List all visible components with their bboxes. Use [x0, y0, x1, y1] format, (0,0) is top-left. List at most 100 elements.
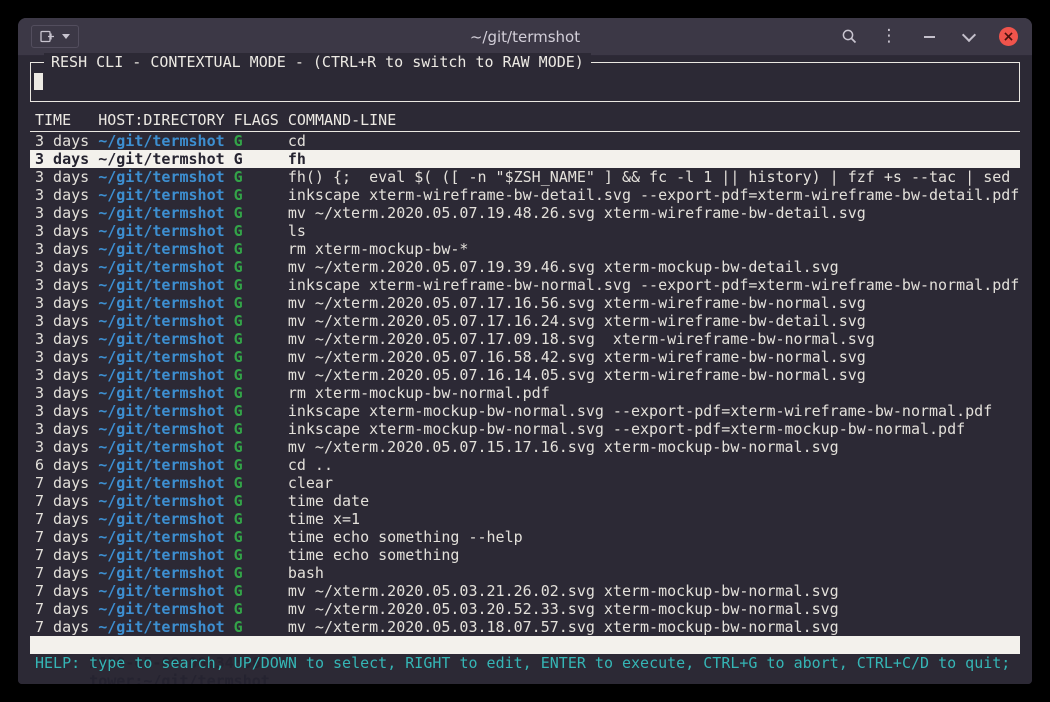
history-command: inkscape xterm-mockup-bw-normal.svg --ex…	[288, 420, 965, 438]
history-row[interactable]: 3 days~/git/termshotGcd	[30, 132, 1020, 150]
history-row[interactable]: 7 days~/git/termshotGclear	[30, 474, 1020, 492]
history-row[interactable]: 3 days~/git/termshotGinkscape xterm-mock…	[30, 420, 1020, 438]
history-directory: ~/git/termshot	[98, 150, 233, 168]
history-directory: ~/git/termshot	[98, 618, 233, 636]
history-row[interactable]: 3 days~/git/termshotGmv ~/xterm.2020.05.…	[30, 204, 1020, 222]
history-row[interactable]: 3 days~/git/termshotGmv ~/xterm.2020.05.…	[30, 438, 1020, 456]
history-row[interactable]: 3 days~/git/termshotGmv ~/xterm.2020.05.…	[30, 348, 1020, 366]
history-directory: ~/git/termshot	[98, 582, 233, 600]
history-directory: ~/git/termshot	[98, 366, 233, 384]
history-command: bash	[288, 564, 324, 582]
history-directory: ~/git/termshot	[98, 474, 233, 492]
status-bar: 2020-05-08 00:34:56 tower:~/git/termshot…	[30, 636, 1020, 654]
history-flags: G	[234, 420, 288, 438]
history-flags: G	[234, 600, 288, 618]
history-command: mv ~/xterm.2020.05.03.20.52.33.svg xterm…	[288, 600, 839, 618]
history-row[interactable]: 3 days~/git/termshotGinkscape xterm-mock…	[30, 402, 1020, 420]
terminal-window: ~/git/termshot ⋮ × RESH CL	[18, 18, 1032, 684]
history-row[interactable]: 3 days~/git/termshotGrm xterm-mockup-bw-…	[30, 240, 1020, 258]
history-row[interactable]: 6 days~/git/termshotGcd ..	[30, 456, 1020, 474]
history-directory: ~/git/termshot	[98, 312, 233, 330]
history-flags: G	[234, 186, 288, 204]
titlebar[interactable]: ~/git/termshot ⋮ ×	[18, 18, 1032, 56]
history-flags: G	[234, 402, 288, 420]
history-flags: G	[234, 438, 288, 456]
terminal[interactable]: RESH CLI - CONTEXTUAL MODE - (CTRL+R to …	[18, 62, 1032, 684]
minimize-icon	[924, 36, 935, 38]
history-row[interactable]: 3 days~/git/termshotGmv ~/xterm.2020.05.…	[30, 294, 1020, 312]
history-flags: G	[234, 330, 288, 348]
history-row[interactable]: 7 days~/git/termshotGmv ~/xterm.2020.05.…	[30, 618, 1020, 636]
history-command: inkscape xterm-mockup-bw-normal.svg --ex…	[288, 402, 992, 420]
history-row[interactable]: 7 days~/git/termshotGbash	[30, 564, 1020, 582]
history-directory: ~/git/termshot	[98, 258, 233, 276]
search-button[interactable]	[839, 26, 859, 48]
history-row[interactable]: 3 days~/git/termshotGls	[30, 222, 1020, 240]
history-row[interactable]: 3 days~/git/termshotGinkscape xterm-wire…	[30, 276, 1020, 294]
history-flags: G	[234, 312, 288, 330]
history-command: inkscape xterm-wireframe-bw-detail.svg -…	[288, 186, 1020, 204]
history-row-selected[interactable]: 3 days~/git/termshotGfh	[30, 150, 1020, 168]
history-command: fh() {; eval $( ([ -n "$ZSH_NAME" ] && f…	[288, 168, 1020, 186]
columns-header: TIME HOST:DIRECTORY FLAGS COMMAND-LINE	[30, 111, 1020, 132]
history-row[interactable]: 3 days~/git/termshotGmv ~/xterm.2020.05.…	[30, 312, 1020, 330]
history-row[interactable]: 7 days~/git/termshotGtime echo something	[30, 546, 1020, 564]
history-time: 3 days	[35, 312, 98, 330]
history-directory: ~/git/termshot	[98, 348, 233, 366]
history-time: 7 days	[35, 528, 98, 546]
history-flags: G	[234, 474, 288, 492]
history-row[interactable]: 3 days~/git/termshotGinkscape xterm-wire…	[30, 186, 1020, 204]
history-list: 3 days~/git/termshotGcd3 days~/git/terms…	[30, 132, 1020, 636]
titlebar-left-group	[31, 25, 79, 48]
history-time: 7 days	[35, 492, 98, 510]
history-command: clear	[288, 474, 333, 492]
history-time: 3 days	[35, 258, 98, 276]
close-button[interactable]: ×	[999, 27, 1018, 46]
history-flags: G	[234, 492, 288, 510]
history-time: 3 days	[35, 438, 98, 456]
history-row[interactable]: 3 days~/git/termshotGmv ~/xterm.2020.05.…	[30, 330, 1020, 348]
history-command: mv ~/xterm.2020.05.07.16.14.05.svg xterm…	[288, 366, 866, 384]
history-row[interactable]: 3 days~/git/termshotGmv ~/xterm.2020.05.…	[30, 258, 1020, 276]
history-time: 3 days	[35, 384, 98, 402]
history-command: inkscape xterm-wireframe-bw-normal.svg -…	[288, 276, 1020, 294]
history-command: mv ~/xterm.2020.05.07.19.39.46.svg xterm…	[288, 258, 839, 276]
history-directory: ~/git/termshot	[98, 186, 233, 204]
history-directory: ~/git/termshot	[98, 456, 233, 474]
new-tab-button[interactable]	[31, 25, 79, 48]
history-flags: G	[234, 582, 288, 600]
history-row[interactable]: 7 days~/git/termshotGtime x=1	[30, 510, 1020, 528]
history-directory: ~/git/termshot	[98, 240, 233, 258]
history-flags: G	[234, 564, 288, 582]
history-directory: ~/git/termshot	[98, 384, 233, 402]
menu-button[interactable]: ⋮	[879, 26, 899, 48]
history-directory: ~/git/termshot	[98, 528, 233, 546]
history-row[interactable]: 7 days~/git/termshotGtime echo something…	[30, 528, 1020, 546]
history-command: mv ~/xterm.2020.05.07.16.58.42.svg xterm…	[288, 348, 866, 366]
minimize-button[interactable]	[919, 26, 939, 48]
new-tab-icon	[40, 30, 54, 43]
history-command: mv ~/xterm.2020.05.07.17.16.24.svg xterm…	[288, 312, 866, 330]
history-command: rm xterm-mockup-bw-normal.pdf	[288, 384, 550, 402]
history-row[interactable]: 3 days~/git/termshotGmv ~/xterm.2020.05.…	[30, 366, 1020, 384]
history-command: time date	[288, 492, 369, 510]
history-directory: ~/git/termshot	[98, 276, 233, 294]
menu-icon: ⋮	[881, 28, 898, 45]
restore-button[interactable]	[959, 26, 979, 48]
history-directory: ~/git/termshot	[98, 438, 233, 456]
status-host-directory: tower:~/git/termshot	[89, 672, 306, 684]
history-command: cd ..	[288, 456, 333, 474]
history-flags: G	[234, 240, 288, 258]
history-row[interactable]: 3 days~/git/termshotGrm xterm-mockup-bw-…	[30, 384, 1020, 402]
history-flags: G	[234, 204, 288, 222]
restore-icon	[962, 27, 976, 41]
history-command: mv ~/xterm.2020.05.03.21.26.02.svg xterm…	[288, 582, 839, 600]
history-time: 3 days	[35, 294, 98, 312]
history-command: ls	[288, 222, 306, 240]
history-row[interactable]: 7 days~/git/termshotGmv ~/xterm.2020.05.…	[30, 582, 1020, 600]
search-input[interactable]: RESH CLI - CONTEXTUAL MODE - (CTRL+R to …	[30, 62, 1020, 102]
history-row[interactable]: 3 days~/git/termshotGfh() {; eval $( ([ …	[30, 168, 1020, 186]
history-row[interactable]: 7 days~/git/termshotGmv ~/xterm.2020.05.…	[30, 600, 1020, 618]
history-flags: G	[234, 384, 288, 402]
history-row[interactable]: 7 days~/git/termshotGtime date	[30, 492, 1020, 510]
